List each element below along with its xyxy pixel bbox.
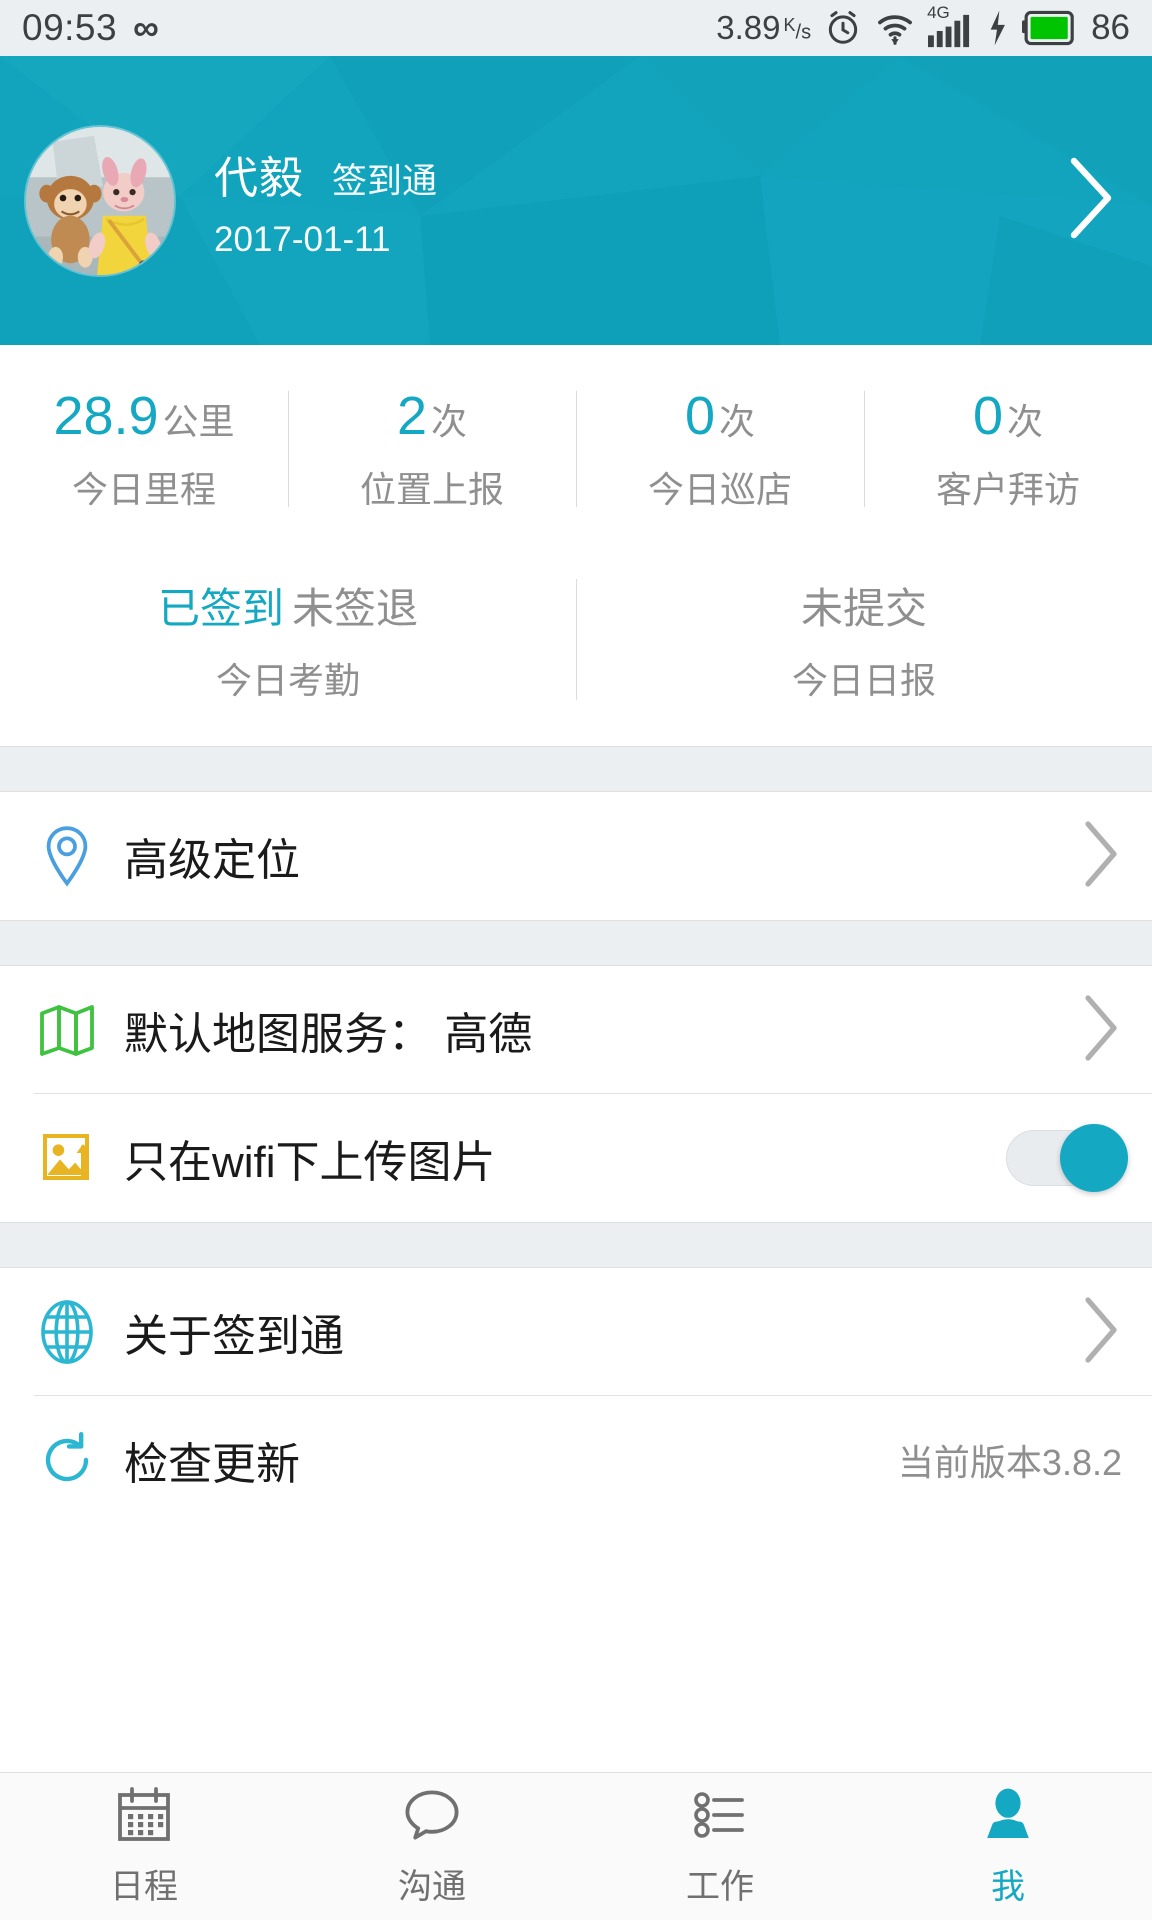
stat-label: 今日巡店	[647, 469, 792, 510]
chevron-right-icon[interactable]	[1066, 155, 1118, 246]
stat-unit: 次	[719, 401, 756, 442]
app-version-text: 当前版本3.8.2	[897, 1442, 1122, 1483]
stat-value: 28.9	[53, 386, 159, 446]
tab-label: 工作	[686, 1867, 754, 1906]
wifi-upload-toggle[interactable]	[1006, 1124, 1128, 1192]
chat-bubble-icon	[402, 1786, 462, 1849]
app-name: 签到通	[332, 161, 438, 201]
stat-unit: 公里	[162, 401, 235, 442]
setting-row-advanced-location[interactable]: 高级定位	[0, 792, 1152, 920]
stat-unit: 次	[1007, 401, 1044, 442]
setting-row-default-map-service[interactable]: 默认地图服务： 高德	[0, 966, 1152, 1094]
location-pin-icon	[34, 825, 100, 887]
toggle-knob	[1060, 1124, 1128, 1192]
status-right-cluster: 3.89 K/s 4G 86	[716, 3, 1130, 50]
avatar[interactable]	[26, 126, 174, 275]
attendance-row: 已签到 未签退 今日考勤 未提交 今日日报	[0, 539, 1152, 746]
stat-label: 位置上报	[359, 469, 504, 510]
network-speed-value: 3.89	[716, 9, 781, 46]
row-right-cluster: 当前版本3.8.2	[898, 1434, 1122, 1486]
profile-header[interactable]: 代毅 签到通 2017-01-11	[0, 56, 1152, 345]
battery-level: 86	[1091, 8, 1130, 47]
wifi-icon	[875, 9, 915, 47]
infinity-icon: ∞	[133, 7, 159, 48]
alarm-icon	[824, 9, 862, 47]
row-right-cluster	[1064, 818, 1122, 895]
user-name: 代毅	[214, 153, 304, 203]
stat-value: 0	[684, 386, 716, 446]
row-right-cluster	[1064, 992, 1122, 1069]
report-status: 未提交	[800, 585, 927, 632]
stat-item-customer-visit[interactable]: 0 次 客户拜访	[864, 385, 1152, 513]
daily-stats-row: 28.9 公里 今日里程 2 次 位置上报 0 次 今日巡店 0 次 客户拜访	[0, 345, 1152, 539]
attendance-status-on: 已签到	[157, 585, 284, 632]
stat-value: 0	[972, 386, 1004, 446]
tab-profile[interactable]: 我	[864, 1773, 1152, 1920]
attendance-item-daily-report[interactable]: 未提交 今日日报	[576, 575, 1152, 704]
setting-row-check-update[interactable]: 检查更新 当前版本3.8.2	[0, 1396, 1152, 1524]
network-type-label: 4G	[927, 3, 950, 22]
tab-communication[interactable]: 沟通	[288, 1773, 576, 1920]
setting-row-about[interactable]: 关于签到通	[0, 1268, 1152, 1396]
stat-value: 2	[396, 386, 428, 446]
image-upload-icon	[34, 1129, 100, 1187]
row-right-cluster	[1064, 1294, 1122, 1371]
tab-label: 我	[991, 1867, 1025, 1906]
battery-icon	[1022, 10, 1076, 46]
refresh-icon	[34, 1431, 100, 1489]
tab-label: 日程	[110, 1867, 178, 1906]
setting-label: 检查更新	[124, 1440, 300, 1489]
network-speed-unit: K/s	[783, 15, 812, 44]
profile-text: 代毅 签到通 2017-01-11	[214, 142, 437, 260]
profile-date: 2017-01-11	[214, 219, 391, 259]
chevron-right-icon[interactable]	[1080, 992, 1122, 1069]
globe-icon	[34, 1299, 100, 1365]
tab-label: 沟通	[398, 1867, 466, 1906]
calendar-icon	[114, 1786, 174, 1849]
section-divider-1	[0, 746, 1152, 792]
setting-label: 关于签到通	[124, 1312, 344, 1361]
network-speed: 3.89 K/s	[716, 9, 811, 47]
stat-item-location-report[interactable]: 2 次 位置上报	[288, 385, 576, 513]
chevron-right-icon[interactable]	[1080, 1294, 1122, 1371]
stat-item-mileage[interactable]: 28.9 公里 今日里程	[0, 385, 288, 513]
section-divider-2	[0, 920, 1152, 966]
tab-work[interactable]: 工作	[576, 1773, 864, 1920]
avatar-image	[26, 126, 174, 275]
map-icon	[34, 1001, 100, 1059]
chevron-right-icon[interactable]	[1080, 818, 1122, 895]
stat-label: 客户拜访	[935, 469, 1080, 510]
attendance-status-off: 未签退	[292, 585, 419, 632]
section-divider-3	[0, 1222, 1152, 1268]
charging-bolt-icon	[985, 9, 1009, 47]
stat-item-store-visit[interactable]: 0 次 今日巡店	[576, 385, 864, 513]
tab-schedule[interactable]: 日程	[0, 1773, 288, 1920]
signal-bars-icon: 4G	[927, 3, 972, 50]
setting-label: 只在wifi下上传图片	[124, 1138, 496, 1187]
stat-label: 今日里程	[71, 469, 216, 510]
task-list-icon	[690, 1786, 750, 1849]
row-right-cluster	[1006, 1124, 1128, 1192]
attendance-label: 今日考勤	[215, 660, 360, 701]
person-icon	[978, 1786, 1038, 1849]
app-root: 09:53 ∞ 3.89 K/s 4G 86 代毅 签到通 2017-01-11…	[0, 0, 1152, 1920]
report-label: 今日日报	[791, 660, 936, 701]
setting-label: 默认地图服务： 高德	[124, 1010, 533, 1059]
bottom-tab-bar: 日程 沟通 工作 我	[0, 1772, 1152, 1920]
attendance-item-checkin[interactable]: 已签到 未签退 今日考勤	[0, 575, 576, 704]
status-time: 09:53	[22, 7, 118, 48]
status-bar: 09:53 ∞ 3.89 K/s 4G 86	[0, 0, 1152, 56]
setting-row-wifi-only-upload[interactable]: 只在wifi下上传图片	[0, 1094, 1152, 1222]
stat-unit: 次	[431, 401, 468, 442]
setting-label: 高级定位	[124, 836, 300, 885]
